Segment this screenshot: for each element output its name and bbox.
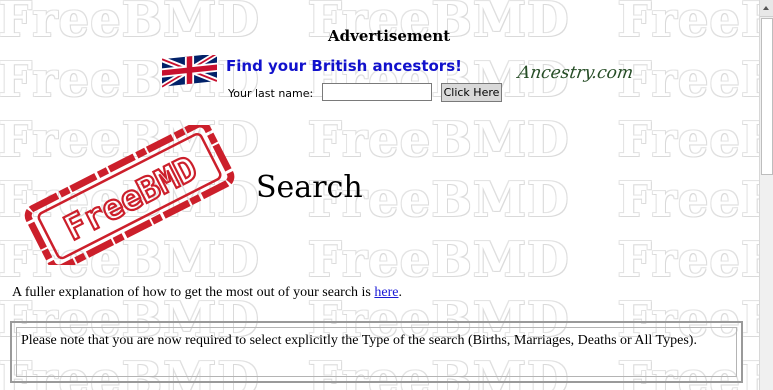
scroll-thumb[interactable] bbox=[761, 18, 773, 175]
ad-heading-link[interactable]: Find your British ancestors! bbox=[226, 57, 462, 75]
advertisement-title: Advertisement bbox=[328, 27, 451, 45]
ancestry-logo[interactable]: Ancestry.com bbox=[517, 63, 635, 83]
freebmd-stamp-logo[interactable]: FreeBMD bbox=[18, 125, 243, 265]
explanation-lead: A fuller explanation of how to get the m… bbox=[12, 285, 375, 300]
explanation-here-link[interactable]: here bbox=[374, 285, 398, 300]
click-here-button[interactable]: Click Here bbox=[441, 83, 502, 102]
union-jack-icon[interactable] bbox=[162, 55, 217, 91]
page-title: Search bbox=[256, 170, 363, 205]
vertical-scrollbar[interactable] bbox=[759, 0, 773, 390]
notice-text: Please note that you are now required to… bbox=[21, 333, 697, 348]
page-content: Advertisement Find your British ancestor… bbox=[0, 0, 760, 390]
notice-box: Please note that you are now required to… bbox=[10, 321, 743, 383]
last-name-input[interactable] bbox=[322, 83, 432, 101]
explanation-end: . bbox=[398, 285, 402, 300]
explanation-text: A fuller explanation of how to get the m… bbox=[12, 285, 402, 301]
last-name-label: Your last name: bbox=[228, 87, 314, 100]
scroll-up-arrow-icon[interactable] bbox=[760, 0, 773, 17]
